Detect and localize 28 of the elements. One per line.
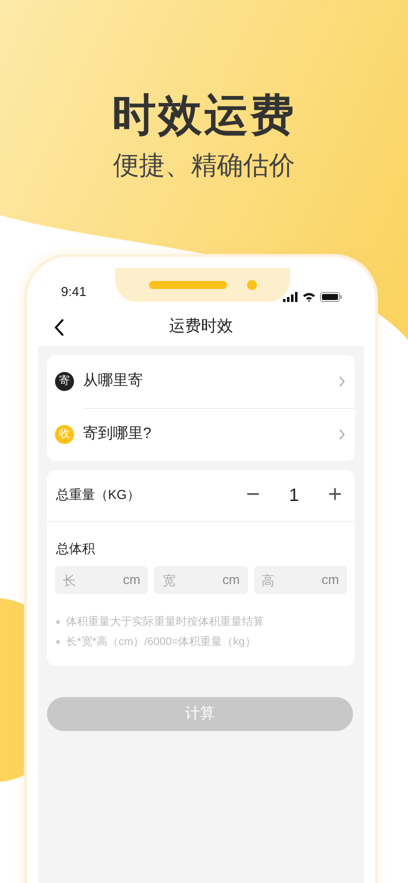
route-badge: 收: [55, 425, 74, 444]
battery-icon: [320, 292, 342, 302]
unit-label: cm: [222, 571, 240, 590]
back-icon[interactable]: [54, 318, 64, 336]
increment-button[interactable]: +: [324, 483, 346, 508]
camera-dot: [246, 280, 256, 290]
chevron-right-icon: [339, 429, 345, 440]
wifi-icon: [302, 292, 316, 302]
weight-value: 1: [288, 484, 300, 507]
signal-icon: [283, 292, 298, 302]
weight-label: 总重量（KG）: [56, 486, 141, 504]
bullet-dot: [56, 640, 60, 644]
route-row[interactable]: 寄 从哪里寄: [47, 354, 355, 408]
unit-label: cm: [322, 571, 339, 590]
decrement-button[interactable]: −: [242, 483, 264, 508]
volume-label: 总体积: [55, 540, 96, 558]
hint-text: 长*宽*高（cm）/6000=体积重量（kg）: [66, 634, 256, 650]
route-label: 从哪里寄: [83, 370, 144, 391]
nav-title: 运费时效: [169, 316, 233, 337]
status-time: 9:41: [61, 283, 86, 302]
subtitle: 便捷、精确估价: [112, 150, 296, 182]
hint-text: 体积重量大于实际重量时按体积重量结算: [66, 614, 264, 630]
chevron-right-icon: [339, 376, 345, 387]
unit-label: cm: [122, 571, 140, 590]
route-badge: 寄: [55, 372, 74, 391]
route-label: 寄到哪里?: [83, 424, 152, 444]
headline: 时效运费: [111, 92, 297, 140]
bullet-dot: [56, 620, 60, 624]
